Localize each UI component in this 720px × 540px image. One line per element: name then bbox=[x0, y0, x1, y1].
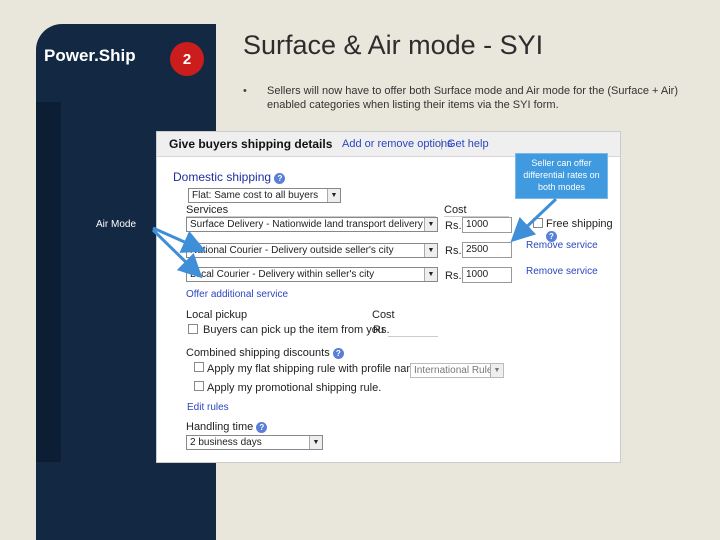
annotation-arrows bbox=[151, 197, 558, 279]
arrow-to-cost-input bbox=[510, 197, 558, 243]
